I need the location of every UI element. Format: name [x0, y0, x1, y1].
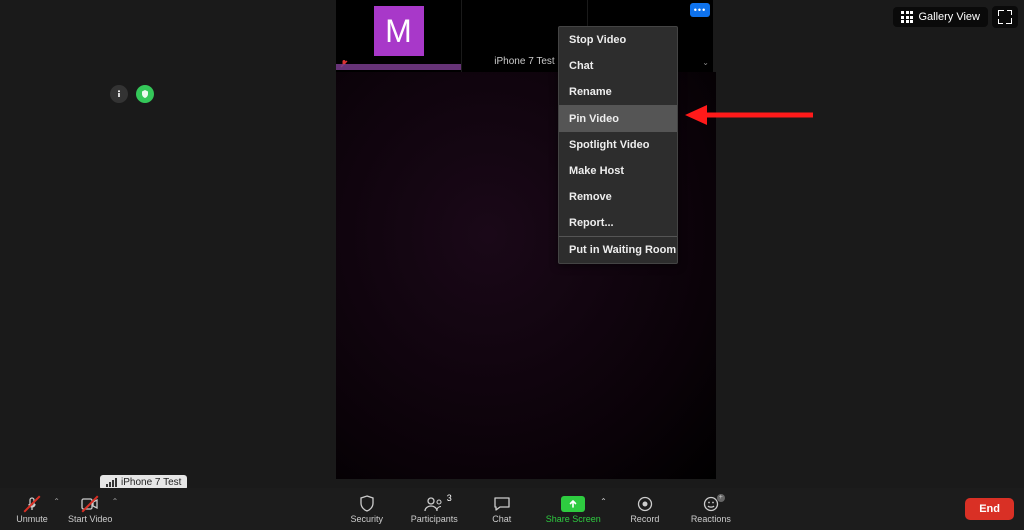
thumbnail-more-button[interactable]: •••	[690, 3, 710, 17]
unmute-button[interactable]: Unmute ⌃	[10, 495, 54, 524]
grid-icon	[901, 11, 913, 23]
start-video-label: Start Video	[68, 514, 112, 524]
participant-thumbnail[interactable]: M	[336, 0, 462, 72]
avatar-letter: M	[385, 13, 412, 50]
security-label: Security	[350, 514, 383, 524]
unmute-label: Unmute	[16, 514, 48, 524]
chevron-up-icon[interactable]: ⌃	[112, 497, 119, 506]
chevron-down-icon: ⌄	[702, 58, 709, 67]
shield-icon	[359, 495, 375, 513]
share-screen-label: Share Screen	[546, 514, 601, 524]
bottom-toolbar: Unmute ⌃ Start Video ⌃ Security 3 Partic…	[0, 488, 1024, 530]
reactions-button[interactable]: + Reactions	[689, 495, 733, 524]
share-screen-button[interactable]: Share Screen ⌃	[546, 495, 601, 524]
encryption-shield-icon[interactable]	[136, 85, 154, 103]
fullscreen-icon	[998, 10, 1012, 24]
participants-icon	[424, 495, 444, 513]
video-off-icon	[81, 495, 99, 513]
menu-spotlight-video[interactable]: Spotlight Video	[559, 132, 677, 158]
thumbnail-label	[336, 64, 461, 70]
plus-icon: +	[717, 494, 725, 502]
participants-button[interactable]: 3 Participants	[411, 495, 458, 524]
menu-remove[interactable]: Remove	[559, 184, 677, 210]
reactions-label: Reactions	[691, 514, 731, 524]
menu-stop-video[interactable]: Stop Video	[559, 27, 677, 53]
avatar: M	[374, 6, 424, 56]
share-screen-icon	[561, 495, 585, 513]
menu-make-host[interactable]: Make Host	[559, 158, 677, 184]
mic-muted-icon	[24, 495, 40, 513]
participants-label: Participants	[411, 514, 458, 524]
record-label: Record	[630, 514, 659, 524]
end-meeting-button[interactable]: End	[965, 498, 1014, 520]
chevron-up-icon[interactable]: ⌃	[600, 497, 607, 506]
menu-waiting-room[interactable]: Put in Waiting Room	[559, 237, 677, 263]
signal-icon	[106, 478, 117, 487]
start-video-button[interactable]: Start Video ⌃	[68, 495, 112, 524]
record-button[interactable]: Record	[623, 495, 667, 524]
fullscreen-button[interactable]	[992, 6, 1018, 28]
gallery-view-button[interactable]: Gallery View	[893, 7, 988, 27]
tooltip-text: iPhone 7 Test	[121, 477, 181, 488]
chat-icon	[493, 495, 511, 513]
chevron-up-icon[interactable]: ⌃	[53, 497, 60, 506]
participants-count: 3	[447, 493, 452, 503]
gallery-view-label: Gallery View	[918, 11, 980, 23]
record-icon	[637, 495, 653, 513]
chat-button[interactable]: Chat	[480, 495, 524, 524]
chat-label: Chat	[492, 514, 511, 524]
menu-chat[interactable]: Chat	[559, 53, 677, 79]
info-icon[interactable]	[110, 85, 128, 103]
participant-context-menu: Stop Video Chat Rename Pin Video Spotlig…	[558, 26, 678, 264]
menu-rename[interactable]: Rename	[559, 79, 677, 105]
menu-pin-video[interactable]: Pin Video	[559, 106, 677, 132]
security-button[interactable]: Security	[345, 495, 389, 524]
menu-report[interactable]: Report...	[559, 210, 677, 236]
